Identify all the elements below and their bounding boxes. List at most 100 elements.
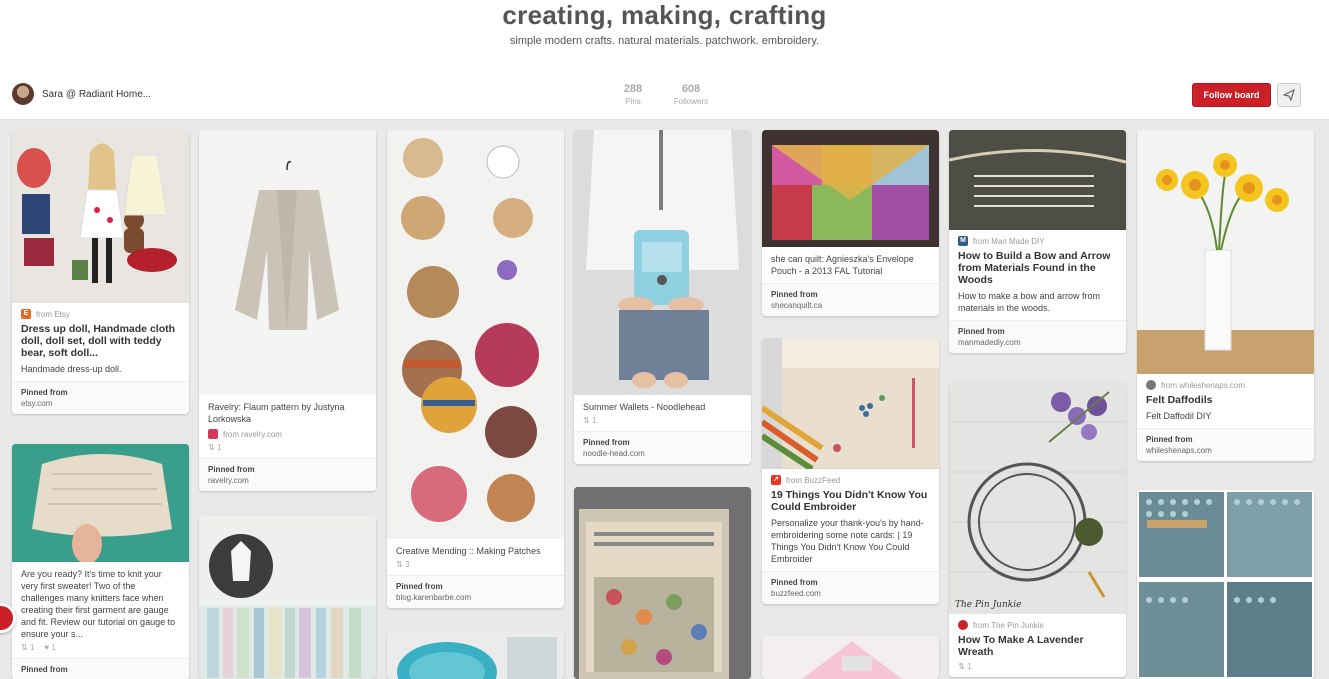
avatar[interactable] — [12, 83, 34, 105]
pin-description: Ravelry: Flaum pattern by Justyna Lorkow… — [208, 402, 345, 424]
followers-stat[interactable]: 608 Followers — [670, 83, 712, 106]
globe-icon — [1146, 380, 1156, 390]
pinned-from[interactable]: Pinned from noodle-head.com — [574, 431, 751, 464]
pins-count: 288 — [623, 83, 643, 95]
pinned-domain[interactable]: shecanquilt.ca — [771, 301, 930, 310]
pin-stats: ⇅ 1 — [583, 416, 742, 425]
pin-title[interactable]: How To Make A Lavender Wreath — [958, 634, 1117, 658]
repin-count[interactable]: ⇅ 3 — [396, 560, 409, 569]
pin-image[interactable] — [387, 632, 564, 679]
pin-card[interactable] — [574, 487, 751, 679]
etsy-icon: E — [21, 309, 31, 319]
pin-image[interactable] — [387, 130, 564, 539]
pin-image[interactable] — [762, 338, 939, 469]
pinned-from[interactable]: Pinned from ravelry.com — [199, 458, 376, 491]
pin-image[interactable] — [762, 636, 939, 679]
pinned-domain[interactable]: manmadediy.com — [958, 338, 1117, 347]
pin-title[interactable]: 19 Things You Didn't Know You Could Embr… — [771, 489, 930, 513]
pinned-domain[interactable]: blog.karenbarbe.com — [396, 593, 555, 602]
pin-image[interactable] — [574, 487, 751, 679]
pin-description: Felt Daffodil DIY — [1146, 411, 1212, 421]
pin-stats: ⇅ 3 — [396, 560, 555, 569]
pin-title[interactable]: How to Build a Bow and Arrow from Materi… — [958, 250, 1117, 286]
pinned-domain[interactable]: ravelry.com — [208, 476, 367, 485]
pinned-domain[interactable]: buzzfeed.com — [771, 589, 930, 598]
pinned-from[interactable]: Pinned from buzzfeed.com — [762, 571, 939, 604]
pin-image[interactable] — [1137, 490, 1314, 679]
pinned-domain[interactable]: noodle-head.com — [583, 449, 742, 458]
pin-source[interactable]: from The Pin Junkie — [958, 620, 1117, 630]
pin-card[interactable]: Are you ready? It's time to knit your ve… — [12, 444, 189, 679]
pin-card[interactable]: Ravelry: Flaum pattern by Justyna Lorkow… — [199, 130, 376, 491]
pin-title[interactable]: Dress up doll, Handmade cloth doll, doll… — [21, 323, 180, 359]
pin-image[interactable] — [1137, 130, 1314, 374]
pin-image[interactable] — [12, 130, 189, 303]
pin-card[interactable] — [762, 636, 939, 679]
board-title: creating, making, crafting — [502, 0, 827, 30]
follow-board-button[interactable]: Follow board — [1192, 83, 1271, 107]
board-owner[interactable]: Sara @ Radiant Home... — [12, 83, 151, 105]
pin-card[interactable] — [199, 516, 376, 679]
pin-image[interactable] — [12, 444, 189, 562]
pin-card[interactable]: she can quilt: Agnieszka's Envelope Pouc… — [762, 130, 939, 316]
repin-count[interactable]: ⇅ 1 — [583, 416, 596, 425]
pin-card[interactable]: ↗ from BuzzFeed 19 Things You Didn't Know… — [762, 338, 939, 604]
pin-image[interactable] — [762, 130, 939, 247]
pin-card[interactable] — [1137, 490, 1314, 679]
repin-count[interactable]: ⇅ 1 — [21, 643, 34, 652]
pin-source[interactable]: Efrom Etsy — [21, 309, 180, 319]
pinned-from[interactable]: Pinned from etsy.com — [12, 381, 189, 414]
board-description: simple modern crafts. natural materials.… — [509, 35, 820, 47]
pin-card[interactable]: Mfrom Man Made DIY How to Build a Bow an… — [949, 130, 1126, 353]
buzzfeed-icon: ↗ — [771, 475, 781, 485]
pin-description: Creative Mending :: Making Patches — [396, 546, 541, 556]
man-made-diy-icon: M — [958, 236, 968, 246]
pin-card[interactable]: Creative Mending :: Making Patches ⇅ 3 P… — [387, 130, 564, 608]
followers-label: Followers — [673, 97, 709, 106]
pinned-domain[interactable]: whileshenaps.com — [1146, 446, 1305, 455]
pin-image[interactable] — [199, 516, 376, 679]
pin-description: she can quilt: Agnieszka's Envelope Pouc… — [771, 254, 914, 276]
pin-description: Summer Wallets - Noodlehead — [583, 402, 706, 412]
board-header: creating, making, crafting simple modern… — [0, 0, 1329, 120]
send-button[interactable] — [1277, 83, 1301, 107]
send-icon — [1283, 89, 1295, 101]
pinned-from[interactable]: Pinned from shecanquilt.ca — [762, 283, 939, 316]
pin-stats: ⇅ 1 — [958, 662, 1117, 671]
pinterest-icon — [958, 620, 968, 630]
pin-description: Are you ready? It's time to knit your ve… — [21, 569, 176, 639]
repin-count[interactable]: ⇅ 1 — [958, 662, 971, 671]
pin-stats: ⇅ 1 ♥ 1 — [21, 643, 180, 652]
pin-card[interactable]: Efrom Etsy Dress up doll, Handmade cloth… — [12, 130, 189, 414]
pin-card[interactable] — [387, 632, 564, 679]
pinned-domain[interactable]: etsy.com — [21, 399, 180, 408]
like-count[interactable]: ♥ 1 — [44, 643, 55, 652]
pinned-from[interactable]: Pinned from blog.karenbarbe.com — [387, 575, 564, 608]
pin-image[interactable] — [949, 130, 1126, 230]
pinned-from[interactable]: Pinned from manmadediy.com — [949, 320, 1126, 353]
pin-image[interactable] — [199, 130, 376, 395]
pin-source[interactable]: ↗ from BuzzFeed — [771, 475, 930, 485]
pin-description: Personalize your thank-you's by hand-emb… — [771, 518, 924, 564]
pin-source[interactable]: Mfrom Man Made DIY — [958, 236, 1117, 246]
pinned-from[interactable]: Pinned from whileshenaps.com — [1137, 428, 1314, 461]
pin-source[interactable]: from whileshenaps.com — [1146, 380, 1305, 390]
pinned-from[interactable]: Pinned from — [12, 658, 189, 679]
pin-card[interactable]: Summer Wallets - Noodlehead ⇅ 1 Pinned f… — [574, 130, 751, 464]
repin-count[interactable]: ⇅ 1 — [208, 443, 221, 452]
ravelry-icon — [208, 429, 218, 439]
followers-count: 608 — [681, 83, 701, 95]
owner-name[interactable]: Sara @ Radiant Home... — [42, 89, 151, 100]
pin-source[interactable]: from ravelry.com — [208, 429, 367, 439]
pin-description: Handmade dress-up doll. — [21, 364, 122, 374]
pin-title[interactable]: Felt Daffodils — [1146, 394, 1305, 406]
pins-stat[interactable]: 288 Pins — [618, 83, 648, 106]
pin-card[interactable]: from whileshenaps.com Felt Daffodils Fel… — [1137, 130, 1314, 461]
pin-card[interactable]: The Pin Junkie from The Pin Junkie How T… — [949, 382, 1126, 677]
pin-description: How to make a bow and arrow from materia… — [958, 291, 1101, 313]
pins-label: Pins — [625, 97, 641, 106]
pin-image[interactable]: The Pin Junkie — [949, 382, 1126, 614]
pin-stats: ⇅ 1 — [208, 443, 367, 452]
image-caption: The Pin Junkie — [955, 600, 1022, 610]
pin-image[interactable] — [574, 130, 751, 395]
